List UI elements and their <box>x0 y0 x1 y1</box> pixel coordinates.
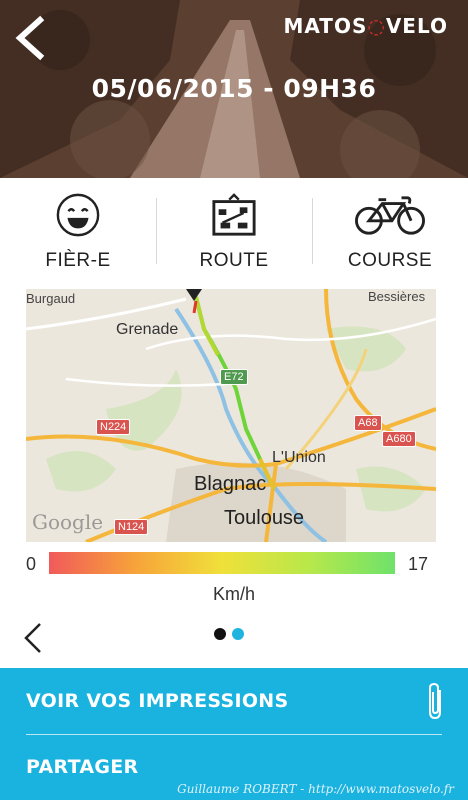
smiley-icon <box>56 193 100 237</box>
back-arrow-icon[interactable] <box>10 14 50 62</box>
logo-text-right: VELO <box>385 14 448 38</box>
matosvelo-logo: MATOS ◌ VELO <box>283 14 448 38</box>
photo-credit: Guillaume ROBERT - http://www.matosvelo.… <box>177 782 454 796</box>
category-type-label: COURSE <box>347 250 433 271</box>
map-label-blagnac: Blagnac <box>194 473 267 495</box>
map-label-burgaud: Burgaud <box>26 291 76 306</box>
ride-map[interactable]: Burgaud Bessières Grenade E72 N224 A68 A… <box>26 289 436 542</box>
map-label-grenade: Grenade <box>116 321 179 338</box>
paperclip-icon <box>429 682 441 720</box>
google-watermark: Google <box>32 510 104 534</box>
category-mood-label: FIÈR-E <box>45 250 111 271</box>
road-bike-icon <box>355 196 425 235</box>
category-terrain[interactable]: ROUTE <box>156 178 312 284</box>
speed-unit-label: Km/h <box>212 584 255 604</box>
category-type[interactable]: COURSE <box>312 178 468 284</box>
page-dot-1[interactable] <box>214 628 226 640</box>
page-indicator <box>214 628 244 640</box>
speed-min-value: 0 <box>26 554 37 574</box>
map-label-bessieres: Bessières <box>368 289 426 304</box>
view-impressions-button[interactable]: VOIR VOS IMPRESSIONS <box>0 668 468 734</box>
logo-text-left: MATOS <box>283 14 368 38</box>
map-label-lunion: L'Union <box>272 449 326 466</box>
share-label: PARTAGER <box>26 756 139 778</box>
speed-max-value: 17 <box>407 554 428 574</box>
speed-gradient-bar <box>49 552 395 574</box>
road-shield-a68: A68 <box>354 415 382 431</box>
view-impressions-label: VOIR VOS IMPRESSIONS <box>26 690 289 712</box>
road-shield-n224: N224 <box>96 419 131 435</box>
category-mood[interactable]: FIÈR-E <box>0 178 156 284</box>
logo-wheel-icon: ◌ <box>367 14 386 38</box>
page-dot-2-active[interactable] <box>232 628 244 640</box>
road-shield-a680: A680 <box>382 431 416 447</box>
ride-categories: FIÈR-E ROUTE COURSE <box>0 178 468 284</box>
road-sign-icon <box>212 193 256 236</box>
map-label-toulouse: Toulouse <box>224 507 305 529</box>
category-terrain-label: ROUTE <box>199 250 269 271</box>
header-banner: MATOS ◌ VELO 05/06/2015 - 09H36 <box>0 0 468 178</box>
speed-legend: 0 17 Km/h <box>0 548 468 608</box>
road-shield-n124: N124 <box>114 519 149 535</box>
previous-chevron-icon[interactable] <box>20 620 46 656</box>
app-screen: MATOS ◌ VELO 05/06/2015 - 09H36 FIÈR-E R… <box>0 0 468 800</box>
road-shield-e72: E72 <box>220 369 248 385</box>
action-panel: VOIR VOS IMPRESSIONS PARTAGER Guillaume … <box>0 668 468 800</box>
ride-date-time: 05/06/2015 - 09H36 <box>91 74 377 103</box>
